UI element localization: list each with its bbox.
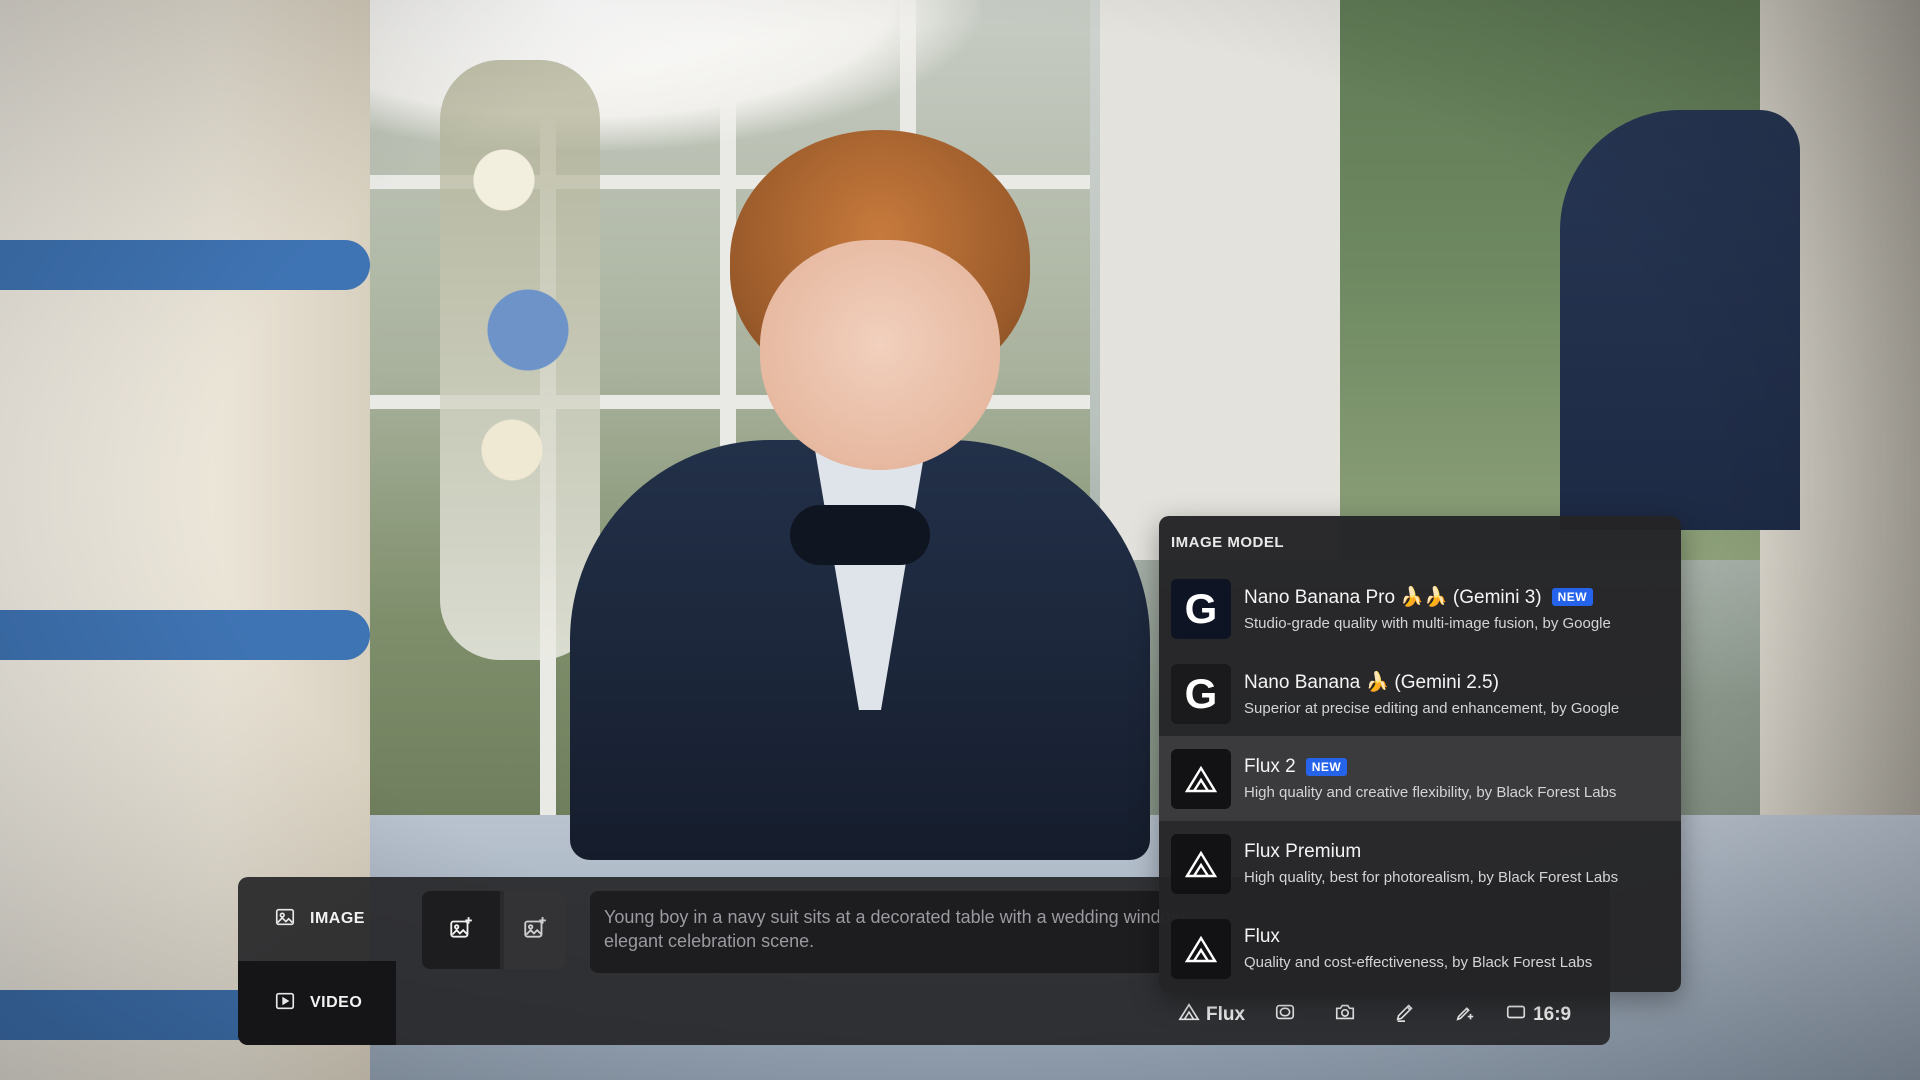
add-style-image-button[interactable] [504, 891, 566, 969]
aspect-ratio-button[interactable]: 16:9 [1495, 997, 1581, 1033]
model-description: Quality and cost-effectiveness, by Black… [1244, 954, 1593, 971]
reference-image-group [422, 891, 566, 969]
pencil-icon [1394, 1001, 1416, 1029]
model-title: Flux Premium [1244, 841, 1362, 862]
edit-button[interactable] [1375, 997, 1435, 1033]
model-selector-button[interactable]: Flux [1168, 997, 1255, 1033]
flux-triangle-icon [1171, 833, 1231, 894]
add-reference-image-button[interactable] [422, 891, 504, 969]
image-mode-label: IMAGE [310, 910, 365, 927]
prompt-input[interactable]: Young boy in a navy suit sits at a decor… [590, 891, 1210, 973]
new-badge: NEW [1551, 588, 1594, 606]
frame-icon [1274, 1001, 1296, 1029]
camera-button[interactable] [1315, 997, 1375, 1033]
aspect-ratio-label: 16:9 [1533, 1004, 1572, 1025]
flux-triangle-icon [1178, 1001, 1200, 1029]
google-g-icon: G [1171, 663, 1231, 724]
model-selector-label: Flux [1206, 1004, 1246, 1025]
model-title: Flux 2 [1244, 756, 1296, 777]
model-option-flux[interactable]: Flux Quality and cost-effectiveness, by … [1159, 906, 1681, 991]
image-model-dropdown: IMAGE MODEL G Nano Banana Pro 🍌🍌 (Gemini… [1159, 516, 1681, 992]
model-description: Superior at precise editing and enhancem… [1244, 700, 1620, 717]
model-option-flux-premium[interactable]: Flux Premium High quality, best for phot… [1159, 821, 1681, 906]
model-option-flux-2[interactable]: Flux 2 NEW High quality and creative fle… [1159, 736, 1681, 821]
brush-add-button[interactable] [1435, 997, 1495, 1033]
image-add-icon [448, 915, 474, 946]
model-title: Flux [1244, 926, 1280, 947]
dropdown-header: IMAGE MODEL [1171, 534, 1284, 551]
model-description: Studio-grade quality with multi-image fu… [1244, 615, 1611, 632]
image-icon [274, 906, 296, 933]
video-mode-button[interactable]: VIDEO [238, 961, 396, 1045]
image-add-icon [522, 915, 548, 946]
new-badge: NEW [1305, 758, 1348, 776]
camera-icon [1334, 1001, 1356, 1029]
model-option-nano-banana-pro[interactable]: G Nano Banana Pro 🍌🍌 (Gemini 3) NEW Stud… [1159, 566, 1681, 651]
aspect-ratio-icon [1505, 1001, 1527, 1029]
mode-switcher: IMAGE VIDEO [238, 877, 396, 1045]
google-g-icon: G [1171, 578, 1231, 639]
brush-plus-icon [1454, 1001, 1476, 1029]
flux-triangle-icon [1171, 918, 1231, 979]
video-icon [274, 990, 296, 1017]
image-mode-button[interactable]: IMAGE [238, 877, 396, 961]
tool-row: Flux 16:9 [1168, 997, 1581, 1033]
model-title: Nano Banana 🍌 (Gemini 2.5) [1244, 672, 1499, 693]
model-title: Nano Banana Pro 🍌🍌 (Gemini 3) [1244, 587, 1542, 608]
model-description: High quality and creative flexibility, b… [1244, 784, 1617, 801]
flux-triangle-icon [1171, 748, 1231, 809]
model-description: High quality, best for photorealism, by … [1244, 869, 1619, 886]
style-preset-button[interactable] [1255, 997, 1315, 1033]
model-option-nano-banana[interactable]: G Nano Banana 🍌 (Gemini 2.5) Superior at… [1159, 651, 1681, 736]
video-mode-label: VIDEO [310, 994, 363, 1011]
